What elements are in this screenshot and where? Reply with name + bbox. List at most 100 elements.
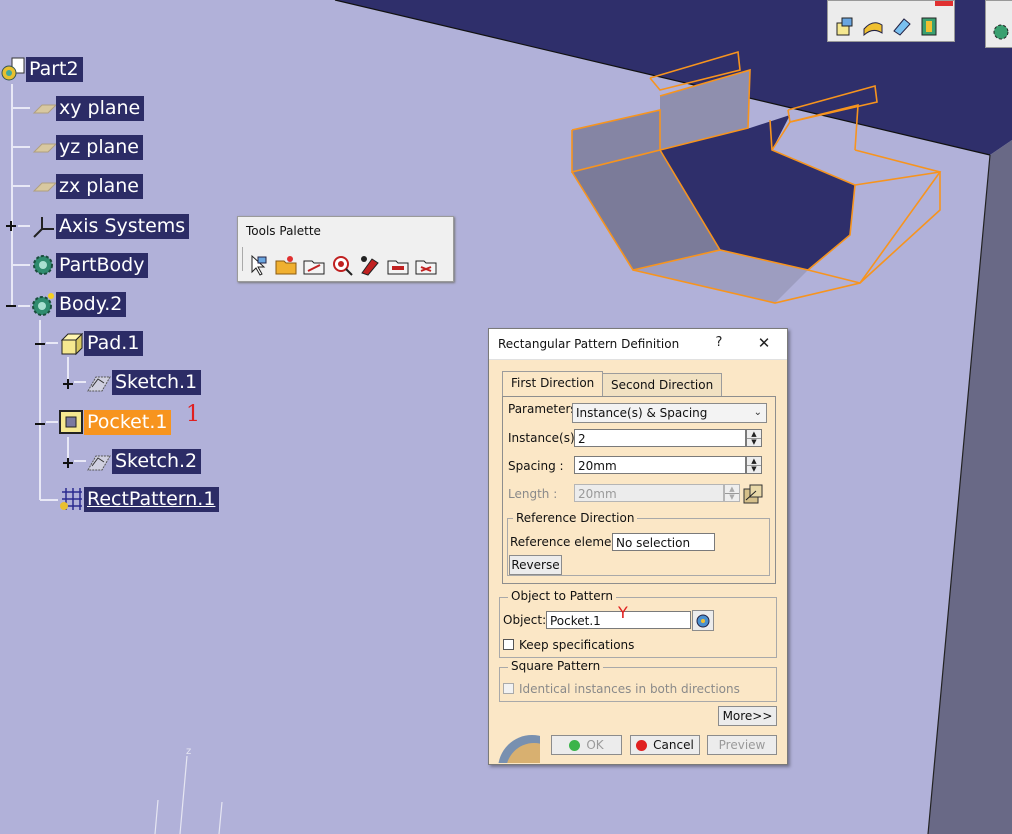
body-gear-icon — [33, 255, 53, 275]
tree-label-root[interactable]: Part2 — [26, 56, 83, 82]
tree-label[interactable]: PartBody — [56, 252, 149, 278]
sketch-icon — [87, 376, 111, 392]
ok-button[interactable]: OK — [551, 735, 622, 755]
tree-node-partbody[interactable]: PartBody — [30, 252, 149, 278]
tree-label[interactable]: RectPattern.1 — [84, 486, 220, 512]
reference-element-label: Reference element: — [510, 535, 628, 549]
close-button[interactable]: ✕ — [755, 334, 773, 352]
measure-icon[interactable] — [302, 253, 326, 277]
spacing-field[interactable]: 20mm — [574, 456, 746, 474]
cancel-icon — [636, 740, 648, 751]
tree-label[interactable]: zx plane — [56, 173, 143, 199]
tree-label[interactable]: Sketch.2 — [112, 448, 202, 474]
dialog-corner-globe-icon — [498, 735, 540, 763]
object-label: Object: — [503, 613, 547, 627]
select-icon[interactable] — [246, 253, 270, 277]
pad-icon — [60, 332, 84, 356]
expand-plus-icon[interactable] — [62, 457, 74, 469]
open-folder-icon[interactable] — [274, 253, 298, 277]
folder-constraint-icon[interactable] — [414, 253, 438, 277]
sketch-tool-icon[interactable] — [358, 253, 382, 277]
shape-icon[interactable] — [918, 15, 940, 37]
spacing-label: Spacing : — [508, 459, 564, 473]
object-annotation-mark: Y — [618, 603, 628, 622]
sketch-icon — [87, 455, 111, 471]
tree-node-xy-plane[interactable]: xy plane — [30, 95, 145, 121]
body-gear-icon — [32, 293, 54, 316]
length-stepper: ▲ ▼ — [724, 484, 740, 502]
reference-element-field[interactable]: No selection — [612, 533, 715, 551]
tree-node-sketch1[interactable]: Sketch.1 — [86, 369, 202, 395]
collapse-minus-icon[interactable] — [34, 338, 46, 350]
measure-length-icon[interactable] — [742, 483, 764, 505]
expand-plus-icon[interactable] — [5, 220, 17, 232]
tree-node-axis-systems[interactable]: Axis Systems — [30, 213, 190, 239]
dialog-titlebar[interactable]: Rectangular Pattern Definition ? ✕ — [489, 329, 787, 360]
spin-down-icon: ▼ — [729, 493, 735, 501]
tree-node-zx-plane[interactable]: zx plane — [30, 173, 143, 199]
help-button[interactable]: ? — [712, 335, 726, 350]
tree-node-rectpattern1[interactable]: RectPattern.1 — [58, 486, 220, 512]
rect-pattern-icon — [60, 488, 82, 510]
svg-text:z: z — [186, 746, 191, 757]
surface-icon[interactable] — [862, 15, 884, 37]
reverse-button[interactable]: Reverse — [509, 555, 562, 575]
cancel-button[interactable]: Cancel — [630, 735, 700, 755]
gear-icon[interactable] — [990, 21, 1012, 43]
tree-node-body2[interactable]: Body.2 — [30, 291, 127, 317]
part-icon — [1, 57, 25, 81]
product-icon[interactable] — [834, 15, 856, 37]
folder-measure-icon[interactable] — [386, 253, 410, 277]
tree-label[interactable]: Sketch.1 — [112, 369, 202, 395]
top-toolbar — [827, 0, 955, 42]
length-field: 20mm — [574, 484, 724, 502]
cancel-label: Cancel — [653, 738, 694, 752]
parameters-value: Instance(s) & Spacing — [576, 406, 708, 420]
plane-icon — [32, 182, 56, 192]
spin-down-icon[interactable]: ▼ — [747, 438, 761, 446]
top-toolbar-secondary — [985, 0, 1012, 48]
tree-label[interactable]: xy plane — [56, 95, 145, 121]
reference-direction-title: Reference Direction — [513, 511, 638, 525]
identical-instances-label: Identical instances in both directions — [519, 682, 740, 696]
plane-icon — [32, 104, 56, 114]
spacing-stepper[interactable]: ▲ ▼ — [746, 456, 762, 474]
instances-stepper[interactable]: ▲ ▼ — [746, 429, 762, 447]
eraser-icon[interactable] — [890, 15, 912, 37]
zoom-target-icon[interactable] — [330, 253, 354, 277]
tree-label[interactable]: yz plane — [56, 134, 143, 160]
tree-label[interactable]: Pad.1 — [84, 330, 144, 356]
parameters-select[interactable]: Instance(s) & Spacing ⌄ — [572, 403, 767, 423]
tree-node-pocket1[interactable]: Pocket.1 — [58, 409, 172, 435]
collapse-minus-icon[interactable] — [34, 418, 46, 430]
plane-icon — [32, 143, 56, 153]
tab-first-direction[interactable]: First Direction — [502, 371, 604, 397]
collapse-minus-icon[interactable] — [5, 300, 17, 312]
tree-label[interactable]: Axis Systems — [56, 213, 190, 239]
identical-instances-checkbox — [503, 683, 514, 694]
square-pattern-title: Square Pattern — [508, 659, 604, 673]
object-to-pattern-title: Object to Pattern — [508, 589, 616, 603]
keep-specifications-label: Keep specifications — [519, 638, 635, 652]
tree-node-yz-plane[interactable]: yz plane — [30, 134, 143, 160]
tree-label[interactable]: Body.2 — [56, 291, 127, 317]
object-select-icon — [696, 614, 710, 628]
spin-down-icon[interactable]: ▼ — [747, 465, 761, 473]
keep-specifications-checkbox[interactable] — [503, 639, 514, 650]
more-button[interactable]: More>> — [718, 706, 777, 726]
instances-field[interactable]: 2 — [574, 429, 746, 447]
ok-icon — [569, 740, 581, 751]
tree-node-pad1[interactable]: Pad.1 — [58, 330, 144, 356]
tools-palette[interactable]: Tools Palette — [237, 216, 454, 282]
tree-node-part2[interactable]: Part2 — [0, 56, 83, 82]
rectangular-pattern-dialog: Rectangular Pattern Definition ? ✕ First… — [488, 328, 788, 765]
tab-second-direction[interactable]: Second Direction — [602, 373, 723, 396]
object-select-button[interactable] — [692, 610, 714, 631]
tree-label-selected[interactable]: Pocket.1 — [84, 409, 172, 435]
instances-label: Instance(s) : — [508, 431, 583, 445]
ok-label: OK — [586, 738, 604, 752]
tree-node-sketch2[interactable]: Sketch.2 — [86, 448, 202, 474]
tools-palette-title: Tools Palette — [246, 224, 321, 238]
expand-plus-icon[interactable] — [62, 378, 74, 390]
annotation-mark: 1 — [186, 402, 200, 427]
